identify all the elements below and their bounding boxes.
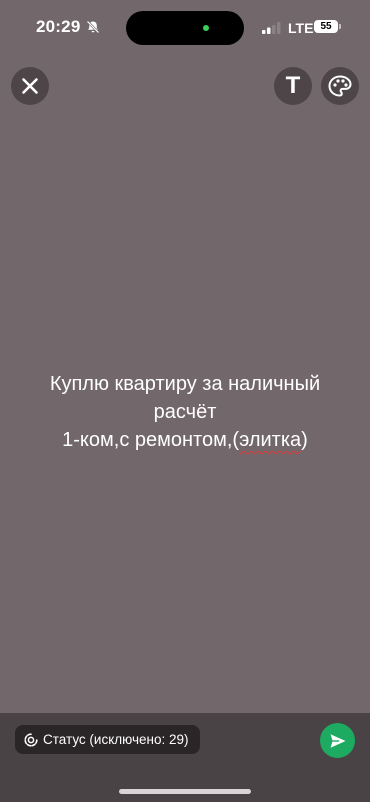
story-text-line-3-suffix: ) bbox=[301, 429, 308, 451]
bell-muted-icon bbox=[86, 20, 100, 34]
send-button[interactable] bbox=[320, 723, 355, 758]
send-icon bbox=[330, 733, 345, 748]
close-button[interactable] bbox=[11, 67, 49, 105]
text-tool-label: T bbox=[285, 72, 301, 99]
spellcheck-word: элитка bbox=[239, 429, 302, 451]
battery-tip bbox=[339, 24, 341, 29]
text-tool-button[interactable]: T bbox=[274, 67, 312, 105]
story-text-line-1: Куплю квартиру за наличный bbox=[49, 373, 321, 395]
status-time: 20:29 bbox=[36, 17, 81, 36]
signal-icon bbox=[262, 22, 281, 34]
palette-icon bbox=[328, 75, 352, 97]
story-text-line-2: расчёт bbox=[153, 401, 217, 423]
close-icon bbox=[22, 78, 38, 94]
battery-icon: 55 bbox=[314, 20, 338, 33]
network-type: LTE bbox=[288, 20, 314, 36]
home-indicator bbox=[119, 789, 251, 794]
camera-indicator-dot bbox=[203, 25, 209, 31]
story-text-line-3: 1-ком,с ремонтом,(элитка) bbox=[20, 426, 350, 454]
battery-level: 55 bbox=[320, 21, 332, 32]
status-audience-button[interactable]: Статус (исключено: 29) bbox=[15, 725, 200, 754]
story-text-line-3-prefix: 1-ком,с ремонтом,( bbox=[62, 429, 240, 451]
color-palette-button[interactable] bbox=[321, 67, 359, 105]
status-bar: 20:29 LTE 55 bbox=[0, 0, 370, 56]
story-text-content[interactable]: Куплю квартиру за наличный расчёт 1-ком,… bbox=[20, 370, 350, 454]
dynamic-island bbox=[126, 11, 244, 45]
status-ring-icon bbox=[24, 732, 38, 747]
status-audience-label: Статус (исключено: 29) bbox=[43, 732, 189, 747]
